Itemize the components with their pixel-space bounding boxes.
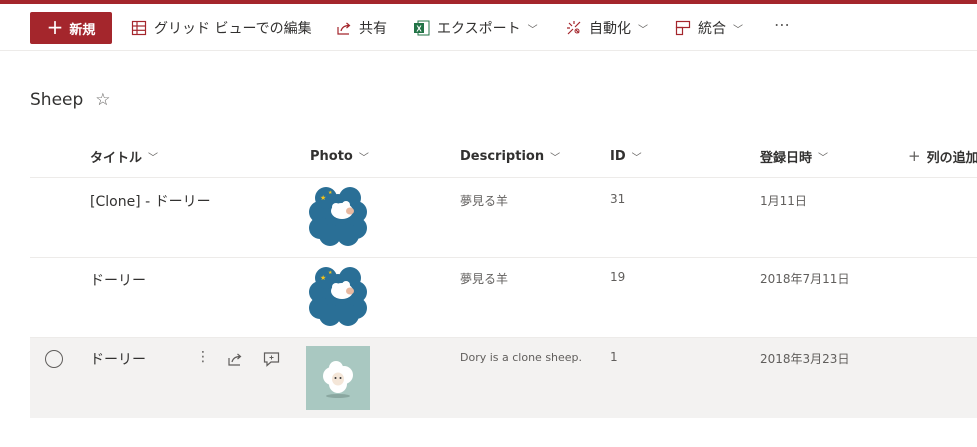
row-select-checkbox[interactable]	[45, 350, 63, 368]
row-created: 1月11日	[760, 194, 807, 208]
svg-text:★: ★	[320, 274, 326, 282]
automate-button[interactable]: 自動化 ﹀	[566, 16, 648, 40]
command-bar: + 新規 グリッド ビューでの編集 共有 X エクスポート ﹀ 自動化 ﹀ 統合…	[0, 4, 977, 51]
export-label: エクスポート	[437, 21, 521, 37]
grid-view-edit-button[interactable]: グリッド ビューでの編集	[131, 16, 312, 40]
integrate-icon	[675, 20, 691, 36]
svg-text:★: ★	[328, 190, 333, 196]
grid-view-edit-label: グリッド ビューでの編集	[154, 21, 312, 37]
row-created: 2018年3月23日	[760, 352, 850, 366]
row-created: 2018年7月11日	[760, 272, 850, 286]
column-header-id[interactable]: ID ﹀	[610, 145, 642, 167]
row-id: 31	[610, 192, 626, 206]
export-button[interactable]: X エクスポート ﹀	[413, 16, 538, 40]
more-actions-icon[interactable]: ⋮	[196, 349, 210, 365]
chevron-down-icon: ﹀	[148, 152, 159, 164]
chevron-down-icon: ﹀	[527, 24, 538, 36]
plus-icon: +	[908, 147, 921, 165]
row-description: 夢見る羊	[460, 272, 509, 286]
grid-icon	[131, 20, 147, 36]
integrate-button[interactable]: 統合 ﹀	[675, 16, 743, 40]
table-row[interactable]: ドーリー ⋮ Dory is a clone sheep. 1 2018年3月2…	[30, 337, 977, 418]
chevron-down-icon: ﹀	[631, 152, 642, 164]
row-description: 夢見る羊	[460, 194, 509, 208]
share-icon[interactable]	[227, 351, 243, 367]
chevron-down-icon: ﹀	[818, 152, 829, 164]
column-header-title[interactable]: タイトル ﹀	[90, 145, 158, 167]
plus-icon: +	[46, 15, 64, 39]
share-icon	[337, 22, 351, 35]
row-title[interactable]: [Clone] - ドーリー	[90, 191, 211, 211]
chevron-down-icon: ﹀	[638, 24, 648, 36]
excel-icon: X	[414, 20, 430, 36]
share-label: 共有	[359, 21, 387, 37]
page-title: Sheep	[30, 90, 84, 110]
row-description: Dory is a clone sheep.	[460, 351, 583, 364]
new-button[interactable]: + 新規	[30, 12, 112, 44]
svg-text:X: X	[416, 24, 422, 33]
integrate-label: 統合	[698, 21, 726, 37]
column-header-description-label: Description	[460, 148, 545, 164]
chevron-down-icon: ﹀	[733, 24, 743, 36]
column-header-description[interactable]: Description ﹀	[460, 145, 560, 167]
column-header-photo[interactable]: Photo ﹀	[310, 145, 369, 167]
row-id: 19	[610, 270, 626, 284]
add-column-label: 列の追加	[926, 150, 977, 166]
table-row[interactable]: [Clone] - ドーリー ★ ★ 夢見る羊 31 1月11日	[30, 177, 977, 257]
comment-icon[interactable]	[263, 351, 280, 367]
moon-sheep-thumbnail: ★ ★	[309, 267, 367, 326]
table-row[interactable]: ドーリー ★ ★ 夢見る羊 19 2018年7月11日	[30, 257, 977, 337]
chevron-down-icon: ﹀	[358, 152, 369, 164]
column-header-created-label: 登録日時	[760, 150, 813, 166]
add-column-button[interactable]: + 列の追加	[908, 145, 977, 167]
svg-text:★: ★	[328, 270, 333, 276]
chevron-down-icon: ﹀	[550, 152, 561, 164]
automate-label: 自動化	[589, 21, 631, 37]
sheep-photo-thumbnail	[306, 346, 370, 410]
column-header-photo-label: Photo	[310, 148, 353, 164]
row-title[interactable]: ドーリー	[90, 270, 146, 290]
automate-icon	[567, 21, 581, 35]
svg-text:★: ★	[320, 194, 326, 202]
moon-sheep-thumbnail: ★ ★	[309, 187, 367, 246]
more-options-button[interactable]: ⋯	[774, 15, 791, 34]
favorite-star-icon[interactable]: ☆	[95, 90, 110, 110]
row-id: 1	[610, 350, 618, 364]
column-header-created[interactable]: 登録日時 ﹀	[760, 145, 828, 167]
row-title[interactable]: ドーリー	[90, 349, 146, 369]
list-header: Sheep ☆	[30, 90, 111, 110]
share-button[interactable]: 共有	[336, 16, 387, 40]
column-header-id-label: ID	[610, 148, 626, 164]
new-button-label: 新規	[69, 22, 96, 38]
column-header-title-label: タイトル	[90, 150, 143, 166]
